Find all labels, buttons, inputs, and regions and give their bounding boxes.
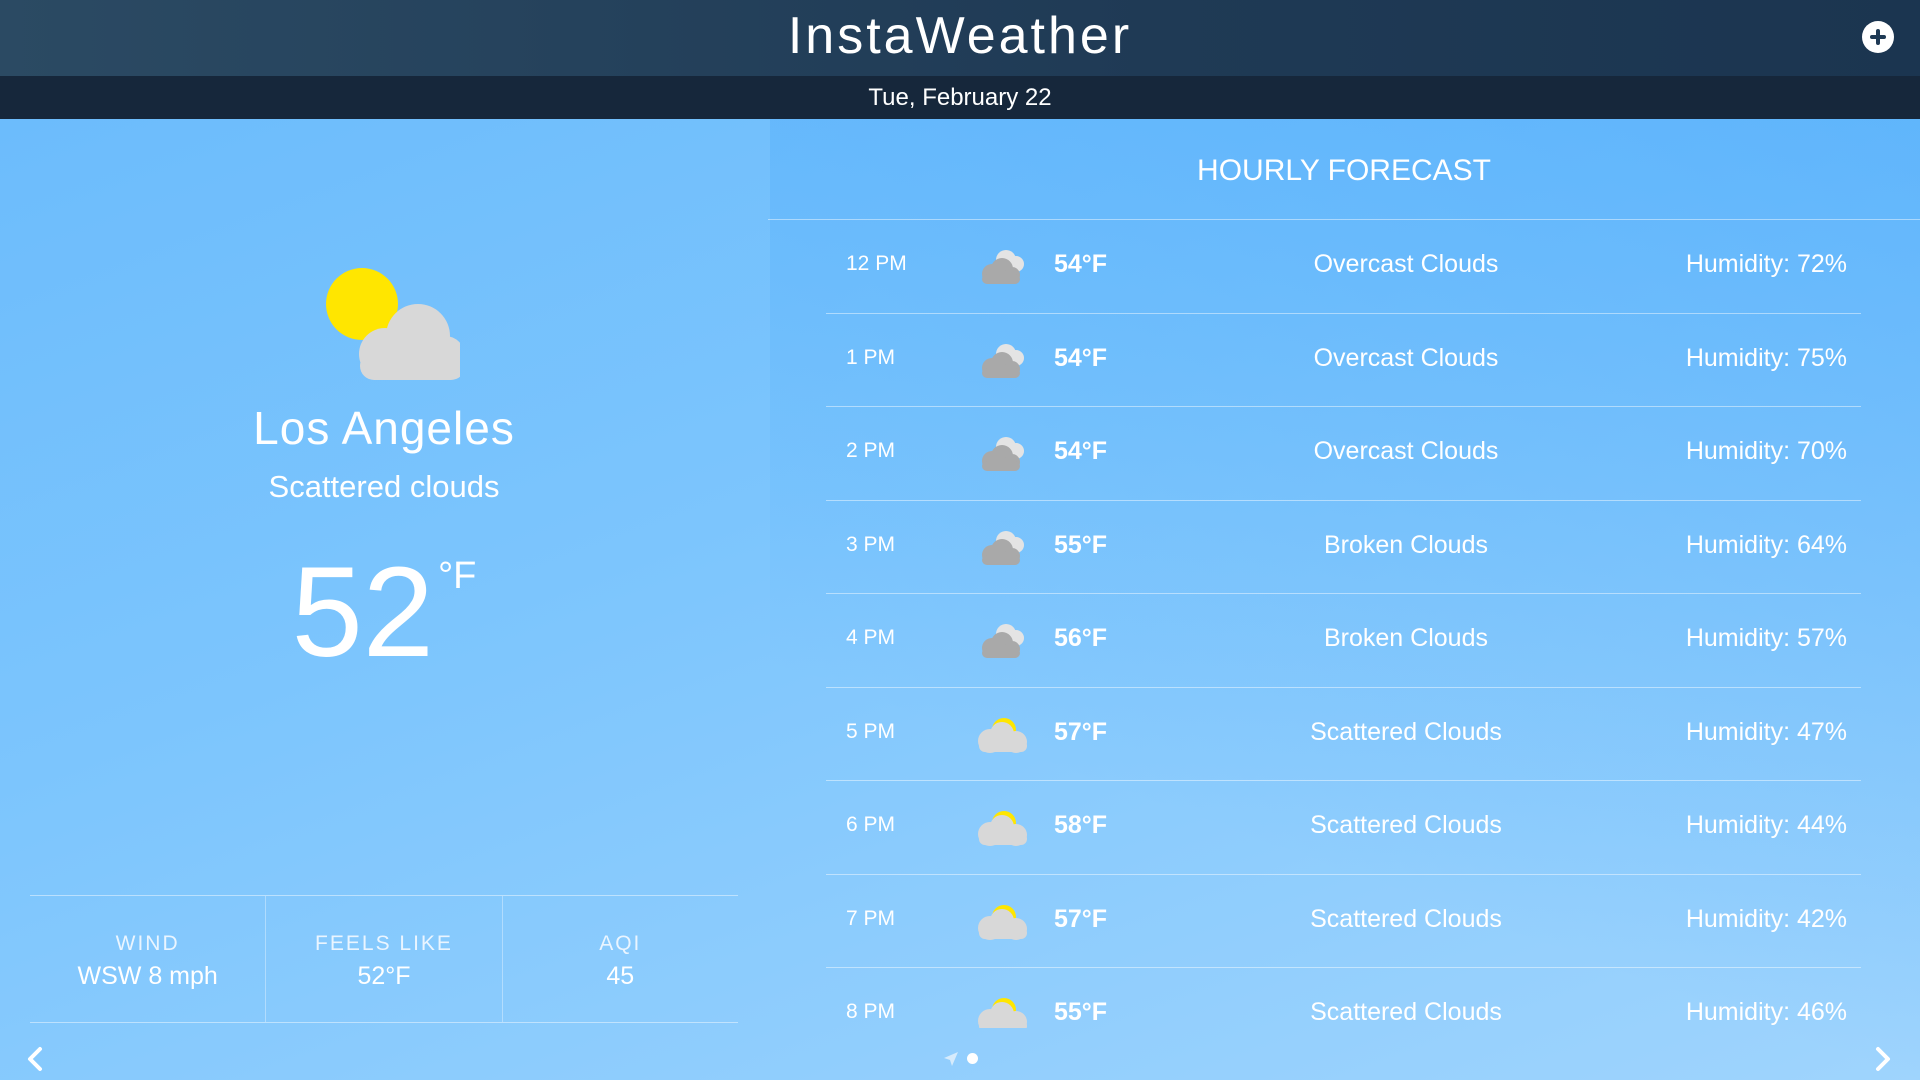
forecast-time: 8 PM — [846, 1000, 896, 1023]
page-dot-icon[interactable] — [966, 1053, 978, 1065]
current-date: Tue, February 22 — [868, 84, 1052, 111]
wind-stat: WIND WSW 8 mph — [30, 896, 265, 1022]
partly-cloudy-icon — [978, 998, 1027, 1028]
forecast-time: 2 PM — [846, 439, 896, 462]
forecast-time: 5 PM — [846, 719, 896, 743]
forecast-condition: Overcast Clouds — [1313, 343, 1499, 372]
forecast-time: 1 PM — [846, 345, 896, 369]
forecast-time: 7 PM — [846, 906, 896, 930]
forecast-humidity: Humidity: 64% — [1685, 530, 1847, 559]
current-condition: Scattered clouds — [268, 469, 500, 504]
forecast-temperature: 56°F — [1054, 624, 1108, 652]
forecast-temperature: 54°F — [1054, 250, 1108, 278]
forecast-time: 4 PM — [846, 626, 896, 649]
forecast-condition: Broken Clouds — [1324, 530, 1488, 559]
forecast-temperature: 55°F — [1054, 998, 1108, 1026]
hourly-forecast-panel: HOURLY FORECAST 12 PM 54°F Overcast Clouds… — [768, 119, 1920, 1080]
forecast-condition: Overcast Clouds — [1313, 437, 1499, 465]
forecast-time: 6 PM — [846, 813, 896, 836]
forecast-row: 7 PM 57°F Scattered Clouds Humidity: 42% — [826, 875, 1861, 968]
current-weather-panel: Los Angeles Scattered clouds 52 °F WIND W… — [0, 119, 768, 1080]
temperature-unit: °F — [437, 555, 477, 597]
app-header: InstaWeather — [0, 0, 1920, 76]
forecast-humidity: Humidity: 72% — [1685, 250, 1847, 278]
stat-value: 45 — [606, 962, 635, 990]
add-location-icon[interactable] — [1862, 21, 1894, 53]
forecast-condition: Scattered Clouds — [1310, 904, 1502, 933]
forecast-row: 6 PM 58°F Scattered Clouds Humidity: 44% — [826, 781, 1861, 875]
location-arrow-icon[interactable] — [943, 1051, 959, 1067]
cloud-icon — [982, 624, 1024, 658]
stat-value: WSW 8 mph — [77, 962, 218, 990]
partly-cloudy-icon — [978, 717, 1027, 753]
forecast-humidity: Humidity: 44% — [1685, 811, 1847, 839]
cloud-icon — [982, 530, 1024, 565]
date-bar: Tue, February 22 — [0, 76, 1920, 119]
page-indicator — [0, 1050, 1920, 1068]
aqi-stat: AQI 45 — [501, 896, 738, 1022]
feels-like-stat: FEELS LIKE 52°F — [265, 896, 501, 1022]
forecast-row: 2 PM 54°F Overcast Clouds Humidity: 70% — [826, 407, 1861, 501]
forecast-humidity: Humidity: 75% — [1685, 343, 1847, 372]
forecast-humidity: Humidity: 57% — [1685, 624, 1847, 652]
forecast-condition: Scattered Clouds — [1310, 811, 1502, 839]
city-name: Los Angeles — [253, 402, 515, 454]
stat-value: 52°F — [357, 962, 411, 990]
partly-cloudy-icon — [978, 904, 1027, 940]
stat-label: FEELS LIKE — [315, 932, 453, 955]
partly-cloudy-icon — [978, 811, 1027, 846]
current-temperature: 52 °F — [0, 539, 768, 686]
forecast-list[interactable]: 12 PM 54°F Overcast Clouds Humidity: 72% 1 P… — [826, 220, 1861, 1028]
forecast-condition: Scattered Clouds — [1310, 998, 1502, 1026]
temperature-value: 52 — [291, 541, 434, 684]
forecast-condition: Overcast Clouds — [1313, 250, 1499, 278]
forecast-temperature: 54°F — [1054, 437, 1108, 465]
stat-label: WIND — [115, 932, 180, 955]
forecast-temperature: 54°F — [1054, 343, 1108, 372]
partly-cloudy-icon — [326, 268, 460, 380]
forecast-humidity: Humidity: 46% — [1685, 998, 1847, 1026]
forecast-row: 8 PM 55°F Scattered Clouds Humidity: 46% — [826, 968, 1861, 1028]
forecast-time: 3 PM — [846, 532, 896, 556]
current-stats: WIND WSW 8 mph FEELS LIKE 52°F AQI 45 — [30, 895, 738, 1023]
forecast-temperature: 55°F — [1054, 530, 1108, 559]
forecast-time: 12 PM — [846, 252, 907, 275]
forecast-row: 5 PM 57°F Scattered Clouds Humidity: 47% — [826, 688, 1861, 781]
main-content: Los Angeles Scattered clouds 52 °F WIND W… — [0, 119, 1920, 1080]
forecast-title: HOURLY FORECAST — [1197, 154, 1491, 187]
forecast-row: 4 PM 56°F Broken Clouds Humidity: 57% — [826, 594, 1861, 688]
cloud-icon — [982, 437, 1024, 471]
stat-label: AQI — [599, 932, 642, 955]
forecast-condition: Broken Clouds — [1324, 624, 1488, 652]
forecast-humidity: Humidity: 42% — [1685, 904, 1847, 933]
cloud-icon — [982, 250, 1024, 284]
forecast-temperature: 57°F — [1054, 904, 1108, 933]
forecast-humidity: Humidity: 47% — [1685, 717, 1847, 746]
forecast-row: 3 PM 55°F Broken Clouds Humidity: 64% — [826, 501, 1861, 594]
app-title: InstaWeather — [787, 7, 1133, 65]
forecast-temperature: 57°F — [1054, 717, 1108, 746]
chevron-right-icon[interactable] — [1870, 1043, 1896, 1075]
forecast-row: 12 PM 54°F Overcast Clouds Humidity: 72% — [826, 220, 1861, 314]
forecast-temperature: 58°F — [1054, 811, 1108, 839]
forecast-condition: Scattered Clouds — [1310, 717, 1502, 746]
forecast-row: 1 PM 54°F Overcast Clouds Humidity: 75% — [826, 314, 1861, 407]
forecast-humidity: Humidity: 70% — [1685, 437, 1847, 465]
cloud-icon — [982, 343, 1024, 378]
